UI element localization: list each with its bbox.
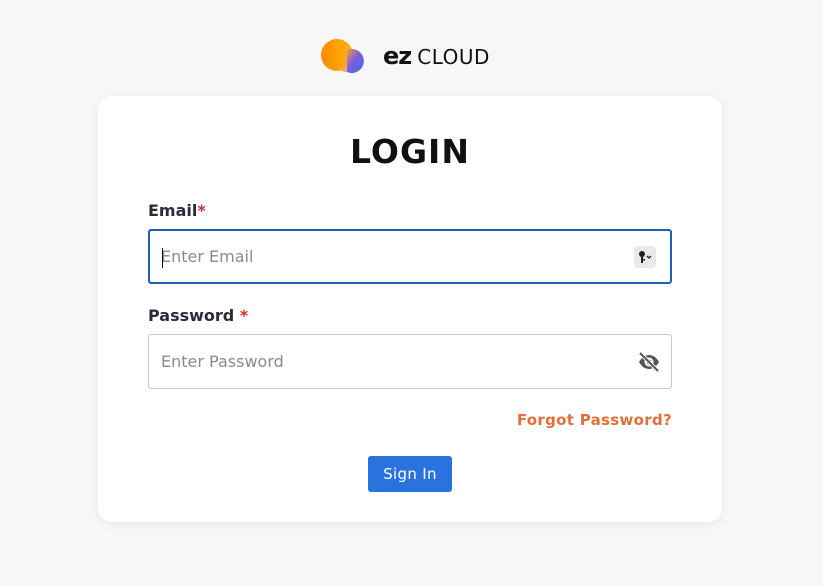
email-label: Email* [148,201,206,220]
forgot-password-link[interactable]: Forgot Password? [517,411,672,429]
email-label-text: Email [148,201,198,220]
brand-header: ez CLOUD [320,38,490,74]
password-required-marker: * [239,306,249,325]
login-page: ez CLOUD LOGIN Email* Password * [0,0,823,586]
password-label: Password * [148,306,248,325]
login-card: LOGIN Email* Password * [98,96,722,522]
text-cursor [162,248,163,268]
password-input[interactable] [161,335,621,388]
brand-name: ez CLOUD [383,42,490,70]
eye-slash-icon[interactable] [637,350,661,374]
email-field[interactable] [148,229,672,284]
email-input[interactable] [161,231,621,282]
sign-in-button[interactable]: Sign In [368,456,452,492]
email-required-marker: * [197,201,206,220]
ez-cloud-logo-icon [321,39,364,73]
brand-name-ez: ez [383,42,412,70]
brand-name-cloud: CLOUD [417,45,490,69]
password-label-text: Password [148,306,235,325]
password-field[interactable] [148,334,672,389]
key-autofill-icon[interactable] [634,246,656,268]
login-title: LOGIN [350,132,470,171]
